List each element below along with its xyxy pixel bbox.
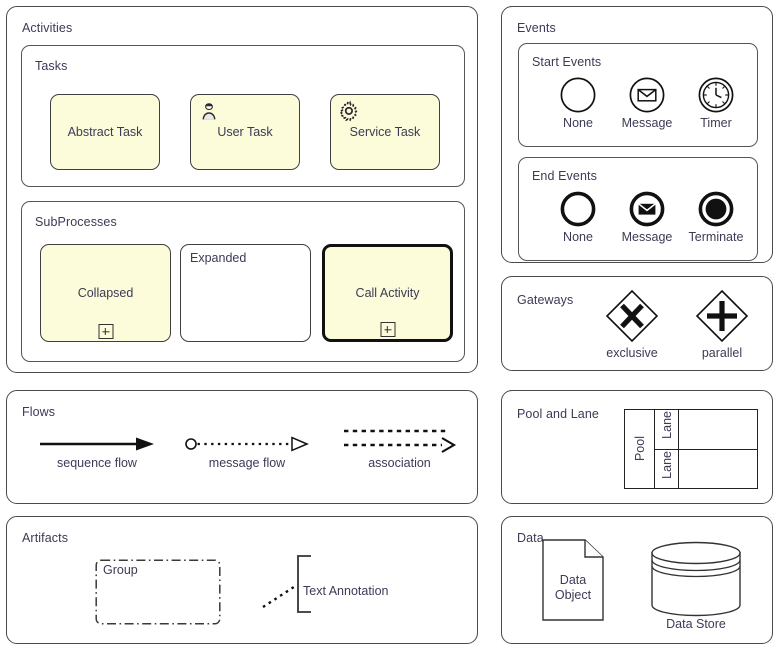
text-annotation-shape[interactable]: Text Annotation (257, 551, 457, 617)
subpanel-tasks-title: Tasks (35, 59, 68, 73)
panel-activities: Activities Tasks Abstract Task User Task… (6, 6, 478, 373)
circle-thick-icon (559, 190, 597, 228)
plus-marker-icon (98, 324, 113, 339)
event-start-message[interactable]: Message (617, 76, 677, 130)
panel-activities-title: Activities (22, 21, 73, 35)
task-service[interactable]: Service Task (330, 94, 440, 170)
plus-marker-icon (380, 322, 395, 337)
dotted-open-arrow-icon (184, 435, 310, 453)
panel-flows-title: Flows (22, 405, 56, 419)
panel-data: Data Data Object Data Store (501, 516, 773, 644)
panel-gateways: Gateways exclusive parallel (501, 276, 773, 371)
panel-flows: Flows sequence flow message flow associa… (6, 390, 478, 504)
lane-row[interactable]: Lane (655, 448, 757, 488)
subprocess-call-activity-label: Call Activity (355, 285, 420, 300)
subprocess-collapsed[interactable]: Collapsed (40, 244, 171, 342)
subpanel-tasks: Tasks Abstract Task User Task Service Ta… (21, 45, 465, 187)
gateway-parallel-label: parallel (701, 346, 743, 360)
subpanel-start-events-title: Start Events (532, 55, 602, 69)
panel-artifacts-title: Artifacts (22, 531, 69, 545)
pool-shape[interactable]: Pool Lane Lane (624, 409, 758, 489)
subprocess-call-activity[interactable]: Call Activity (322, 244, 453, 342)
event-end-none-label: None (563, 230, 593, 244)
group-shape[interactable]: Group (95, 559, 221, 625)
envelope-icon (628, 76, 666, 114)
clock-icon (697, 76, 735, 114)
gateway-exclusive[interactable]: exclusive (599, 288, 665, 360)
subprocess-expanded[interactable]: Expanded (180, 244, 311, 342)
gateway-parallel[interactable]: parallel (689, 288, 755, 360)
subpanel-start-events: Start Events None Message Timer (518, 43, 758, 147)
subpanel-end-events: End Events None Message Terminate (518, 157, 758, 261)
data-object-label: Data Object (542, 573, 604, 603)
task-abstract[interactable]: Abstract Task (50, 94, 160, 170)
panel-data-title: Data (517, 531, 544, 545)
flow-sequence-label: sequence flow (57, 456, 137, 470)
event-start-none[interactable]: None (548, 76, 608, 130)
circle-thin-icon (559, 76, 597, 114)
subprocess-collapsed-label: Collapsed (77, 285, 134, 300)
diamond-plus-icon (694, 288, 750, 344)
flow-association-label: association (368, 456, 431, 470)
flow-message-label: message flow (208, 456, 286, 470)
lane-header: Lane (655, 410, 679, 449)
flow-association[interactable]: association (337, 425, 462, 470)
data-object-label-line1: Data (559, 573, 587, 587)
filled-circle-icon (697, 190, 735, 228)
group-label: Group (103, 563, 138, 577)
flow-sequence[interactable]: sequence flow (27, 435, 167, 470)
gear-icon (338, 100, 360, 122)
event-start-message-label: Message (621, 116, 673, 130)
event-end-message-label: Message (621, 230, 673, 244)
lane-row[interactable]: Lane (655, 410, 757, 449)
dashed-association-icon (342, 425, 458, 453)
pool-header: Pool (625, 410, 655, 488)
lane-label: Lane (659, 450, 674, 479)
envelope-filled-icon (628, 190, 666, 228)
panel-artifacts: Artifacts Group Text Annotation (6, 516, 478, 644)
data-store-shape[interactable]: Data Store (650, 541, 742, 637)
event-end-none[interactable]: None (548, 190, 608, 244)
pool-lanes: Lane Lane (655, 410, 757, 488)
task-service-label: Service Task (349, 124, 421, 139)
pool-label: Pool (632, 436, 647, 462)
lane-label: Lane (659, 411, 674, 439)
panel-pool-and-lane-title: Pool and Lane (517, 407, 599, 421)
subpanel-subprocesses-title: SubProcesses (35, 215, 117, 229)
data-object-shape[interactable]: Data Object (542, 539, 604, 621)
user-icon (198, 100, 220, 122)
task-abstract-label: Abstract Task (67, 124, 143, 139)
data-object-label-line2: Object (554, 588, 592, 602)
event-start-timer-label: Timer (700, 116, 732, 130)
panel-events-title: Events (517, 21, 556, 35)
subpanel-end-events-title: End Events (532, 169, 597, 183)
panel-events: Events Start Events None Message Timer E… (501, 6, 773, 263)
diamond-x-icon (604, 288, 660, 344)
text-annotation-label: Text Annotation (303, 584, 389, 598)
subprocess-expanded-label: Expanded (190, 251, 247, 265)
bpmn-legend-page: Activities Tasks Abstract Task User Task… (0, 0, 780, 653)
flow-message[interactable]: message flow (182, 435, 312, 470)
cylinder-icon (651, 541, 741, 617)
gateway-exclusive-label: exclusive (606, 346, 658, 360)
event-start-none-label: None (563, 116, 593, 130)
subpanel-subprocesses: SubProcesses Collapsed Expanded Call Act… (21, 201, 465, 362)
event-end-message[interactable]: Message (617, 190, 677, 244)
panel-pool-and-lane: Pool and Lane Pool Lane Lane (501, 390, 773, 504)
event-end-terminate[interactable]: Terminate (686, 190, 746, 244)
panel-gateways-title: Gateways (517, 293, 574, 307)
task-user-label: User Task (217, 124, 273, 139)
solid-arrow-icon (38, 435, 156, 453)
data-store-label: Data Store (666, 617, 726, 631)
lane-header: Lane (655, 449, 679, 488)
event-start-timer[interactable]: Timer (686, 76, 746, 130)
event-end-terminate-label: Terminate (688, 230, 744, 244)
task-user[interactable]: User Task (190, 94, 300, 170)
